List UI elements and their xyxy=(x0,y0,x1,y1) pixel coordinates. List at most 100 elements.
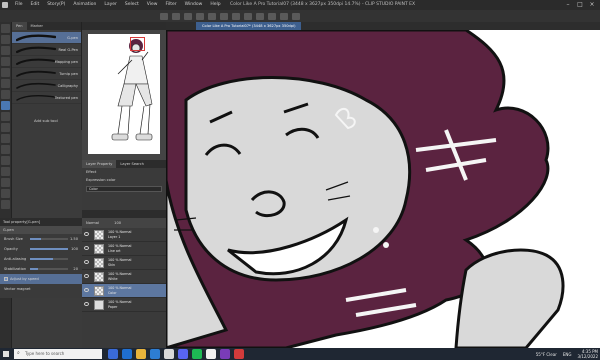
tool-property-value[interactable]: 100 xyxy=(71,244,78,254)
tool-property-slider[interactable] xyxy=(30,268,68,270)
tool-property-value[interactable]: 20 xyxy=(73,264,78,274)
save-icon[interactable] xyxy=(184,12,192,20)
figure-tool-icon[interactable] xyxy=(1,200,10,209)
tool-property-row[interactable]: Stabilization 20 xyxy=(0,264,82,274)
invert-selection-icon[interactable] xyxy=(256,12,264,20)
tool-property-slider[interactable] xyxy=(30,238,68,240)
close-icon[interactable]: × xyxy=(586,0,598,10)
tab-layer-property[interactable]: Layer Property xyxy=(82,160,117,168)
tab-layer-search[interactable]: Layer Search xyxy=(116,160,148,168)
airbrush-tool-icon[interactable] xyxy=(1,134,10,143)
visibility-eye-icon[interactable] xyxy=(84,246,89,250)
vector-magnet-row[interactable]: Vector magnet xyxy=(0,284,82,294)
layer-row[interactable]: 100 % Normal Paper xyxy=(82,298,166,312)
menu-layer[interactable]: Layer xyxy=(100,0,121,10)
snap-grid-icon[interactable] xyxy=(292,12,300,20)
menu-story[interactable]: Story(P) xyxy=(43,0,69,10)
new-file-icon[interactable] xyxy=(160,12,168,20)
clear-icon[interactable] xyxy=(220,12,228,20)
snap-special-ruler-icon[interactable] xyxy=(280,12,288,20)
selection-tool-icon[interactable] xyxy=(1,68,10,77)
clock[interactable]: 4:35 PM 3/12/2022 xyxy=(577,349,598,359)
gradient-tool-icon[interactable] xyxy=(1,189,10,198)
open-icon[interactable] xyxy=(172,12,180,20)
add-subtool-button[interactable]: Add sub tool xyxy=(34,118,58,123)
layer-row[interactable]: 100 % Normal Layer 1 xyxy=(82,228,166,242)
photos-icon[interactable] xyxy=(164,349,174,359)
spotify-icon[interactable] xyxy=(192,349,202,359)
subtool-item[interactable]: Calligraphy xyxy=(12,80,81,92)
tab-pen[interactable]: Pen xyxy=(12,22,27,30)
pen-tool-icon[interactable] xyxy=(1,101,10,110)
operation-tool-icon[interactable] xyxy=(1,46,10,55)
decoration-tool-icon[interactable] xyxy=(1,145,10,154)
blend-mode-select[interactable]: Normal xyxy=(86,221,99,225)
undo-icon[interactable] xyxy=(196,12,204,20)
visibility-eye-icon[interactable] xyxy=(84,302,89,306)
auto-select-tool-icon[interactable] xyxy=(1,79,10,88)
menu-view[interactable]: View xyxy=(143,0,162,10)
taskbar-search[interactable]: ⌕ Type here to search xyxy=(14,349,102,359)
redo-icon[interactable] xyxy=(208,12,216,20)
navigator-view-frame[interactable] xyxy=(130,37,145,51)
edge-icon[interactable] xyxy=(122,349,132,359)
menu-window[interactable]: Window xyxy=(181,0,207,10)
menu-animation[interactable]: Animation xyxy=(69,0,100,10)
visibility-eye-icon[interactable] xyxy=(84,274,89,278)
menu-help[interactable]: Help xyxy=(206,0,224,10)
blend-tool-icon[interactable] xyxy=(1,167,10,176)
tool-property-row[interactable]: Brush Size 1.50 xyxy=(0,234,82,244)
adjust-speed-checkbox[interactable] xyxy=(4,277,8,281)
store-icon[interactable] xyxy=(150,349,160,359)
eraser-tool-icon[interactable] xyxy=(1,156,10,165)
tool-property-slider[interactable] xyxy=(30,248,68,250)
discord-icon[interactable] xyxy=(178,349,188,359)
pencil-tool-icon[interactable] xyxy=(1,112,10,121)
expression-color-select[interactable]: Color xyxy=(86,186,162,192)
canvas-preview[interactable] xyxy=(88,34,160,154)
language-indicator[interactable]: ENG xyxy=(563,352,572,357)
layer-move-tool-icon[interactable] xyxy=(1,57,10,66)
tab-marker[interactable]: Marker xyxy=(27,22,47,30)
adjust-by-speed-row[interactable]: Adjust by speed xyxy=(0,274,82,284)
snap-ruler-icon[interactable] xyxy=(268,12,276,20)
transform-icon[interactable] xyxy=(232,12,240,20)
windows-start-icon[interactable] xyxy=(3,351,9,357)
canvas-tab[interactable]: Color Like A Pro Tutorial07* (3448 x 362… xyxy=(196,22,302,30)
file-explorer-icon[interactable] xyxy=(136,349,146,359)
menu-edit[interactable]: Edit xyxy=(27,0,44,10)
app-icon[interactable] xyxy=(2,2,8,8)
subtool-item[interactable]: Textured pen xyxy=(12,92,81,104)
move-tool-icon[interactable] xyxy=(1,35,10,44)
layer-row[interactable]: 100 % Normal Skin xyxy=(82,256,166,270)
twitch-icon[interactable] xyxy=(220,349,230,359)
task-view-icon[interactable] xyxy=(108,349,118,359)
eyedropper-tool-icon[interactable] xyxy=(1,90,10,99)
menu-select[interactable]: Select xyxy=(121,0,143,10)
brush-tool-icon[interactable] xyxy=(1,123,10,132)
subtool-item[interactable]: Real G-Pen xyxy=(12,44,81,56)
maximize-icon[interactable]: □ xyxy=(574,0,586,10)
layer-row[interactable]: 100 % Normal White xyxy=(82,270,166,284)
menu-filter[interactable]: Filter xyxy=(161,0,180,10)
canvas-area[interactable]: Color Like A Pro Tutorial07* (3448 x 362… xyxy=(166,22,600,348)
layer-row[interactable]: 100 % Normal Line art xyxy=(82,242,166,256)
tool-property-row[interactable]: Opacity 100 xyxy=(0,244,82,254)
fill-tool-icon[interactable] xyxy=(1,178,10,187)
menu-file[interactable]: File xyxy=(11,0,27,10)
weather-status[interactable]: 55°F Clear xyxy=(536,352,557,357)
subtool-item[interactable]: Mapping pen xyxy=(12,56,81,68)
tool-property-value[interactable]: 1.50 xyxy=(70,234,78,244)
app-red-icon[interactable] xyxy=(234,349,244,359)
subtool-item[interactable]: Turnip pen xyxy=(12,68,81,80)
minimize-icon[interactable]: – xyxy=(562,0,574,10)
tool-property-row[interactable]: Anti-aliasing xyxy=(0,254,82,264)
clip-studio-icon[interactable] xyxy=(206,349,216,359)
visibility-eye-icon[interactable] xyxy=(84,232,89,236)
tool-property-slider[interactable] xyxy=(30,258,68,260)
visibility-eye-icon[interactable] xyxy=(84,288,89,292)
deselect-icon[interactable] xyxy=(244,12,252,20)
visibility-eye-icon[interactable] xyxy=(84,260,89,264)
zoom-tool-icon[interactable] xyxy=(1,24,10,33)
layer-opacity-value[interactable]: 100 xyxy=(114,221,121,225)
